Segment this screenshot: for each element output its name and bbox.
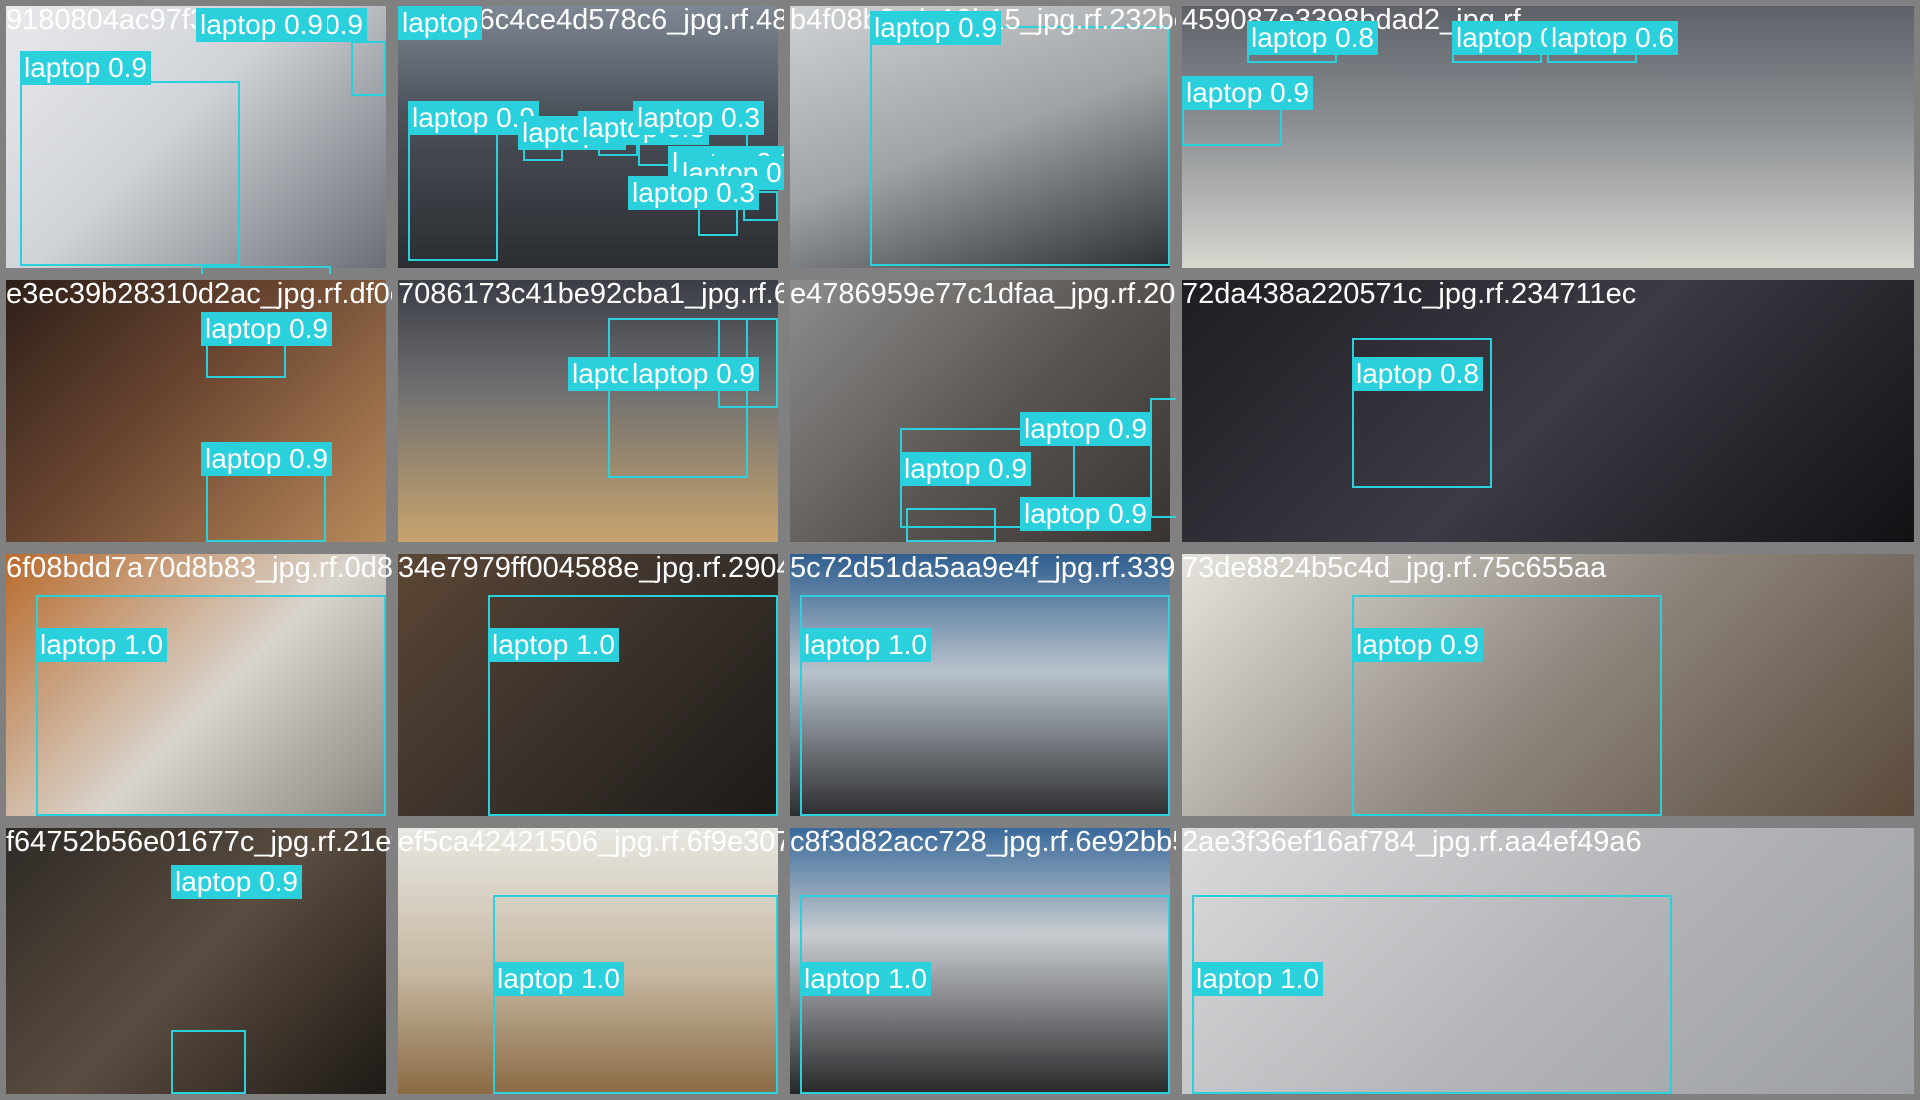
image-tile[interactable]: 6f08bdd7a70d8b83_jpg.rf.0d8c14fb5laptop … [0,548,392,822]
detection-label: laptop 1.0 [1192,962,1323,996]
image-filename: ef5ca42421506_jpg.rf.6f9e30780c8f3d [398,826,784,858]
detection-label: laptop 0.9 [171,865,302,899]
image-filename: 72da438a220571c_jpg.rf.234711ec [1182,278,1637,310]
prediction-grid: 9180804ac97f3dcd_jpg.rf.laptop 0.9laptop… [0,0,1920,1100]
detection-box [20,81,240,266]
image-filename: c8f3d82acc728_jpg.rf.6e92bb53ce36f [790,826,1176,858]
detection-label: laptop 0.6 [1547,21,1678,55]
detection-label: laptop 1.0 [800,962,931,996]
image-tile[interactable]: 2ae3f36ef16af784_jpg.rf.aa4ef49a6laptop … [1176,822,1920,1100]
detection-box [408,131,498,261]
image-tile[interactable]: 72da438a220571c_jpg.rf.234711eclaptop 0.… [1176,274,1920,548]
detection-label: laptop 0.8 [1247,21,1378,55]
detection-box [171,1030,246,1094]
image-filename: f64752b56e01677c_jpg.rf.21ef53860e0f5ca [6,826,392,858]
image-tile[interactable]: ef5ca42421506_jpg.rf.6f9e30780c8f3dlapto… [392,822,784,1100]
detection-box [201,266,331,274]
image-filename: e3ec39b28310d2ac_jpg.rf.df0cbde3f0861f34 [6,278,392,310]
image-tile[interactable]: e3ec39b28310d2ac_jpg.rf.df0cbde3f0861f34… [0,274,392,548]
image-tile[interactable]: 9180804ac97f3dcd_jpg.rf.laptop 0.9laptop… [0,0,392,274]
detection-label: laptop 1.0 [493,962,624,996]
image-filename: 7086173c41be92cba1_jpg.rf.6fc3254e478695… [398,278,784,310]
image-filename: 6f08bdd7a70d8b83_jpg.rf.0d8c14fb5 [6,552,392,584]
image-tile[interactable]: b4f08b0cdc19b15_jpg.rf.232befc0459087lap… [784,0,1176,274]
image-tile[interactable]: c8f3d82acc728_jpg.rf.6e92bb53ce36flaptop… [784,822,1176,1100]
detection-label: laptop 0.9 [196,8,327,42]
detection-label: laptop 1.0 [488,628,619,662]
detection-label: laptop 0.8 [1352,357,1483,391]
detection-label: laptop 1.0 [36,628,167,662]
image-filename: 73de8824b5c4d_jpg.rf.75c655aa [1182,552,1607,584]
tile-photo [1182,280,1914,542]
detection-label: laptop 0.9 [20,51,151,85]
detection-label: laptop 0.9 [1020,412,1151,446]
image-tile[interactable]: 5c72d51da5aa9e4f_jpg.rf.339c0de2b34f98la… [784,548,1176,822]
detection-label: laptop 0.9 [1020,497,1151,531]
image-tile[interactable]: e4786959e77c1dfaa_jpg.rf.2076e3287c2da43… [784,274,1176,548]
detection-label: laptop 0.9 [201,442,332,476]
image-tile[interactable]: 34e7979ff004588e_jpg.rf.2904a44bd5c7lapt… [392,548,784,822]
detection-label: laptop [398,6,483,40]
image-tile[interactable]: 459087e3398bdad2_jpg.rf laptop 0.8 laptop … [1176,0,1920,274]
detection-box [906,508,996,542]
detection-box [1150,398,1176,518]
detection-label: laptop 0.9 [1182,76,1313,110]
image-filename: e4786959e77c1dfaa_jpg.rf.2076e3287c2da43 [790,278,1176,310]
detection-label: laptop 0.9 [628,357,759,391]
image-filename: 5c72d51da5aa9e4f_jpg.rf.339c0de2b34f98 [790,552,1176,584]
detection-box [870,26,1170,266]
image-tile[interactable]: f64752b56e01677c_jpg.rf.21ef53860e0f5cal… [0,822,392,1100]
detection-label: laptop 0.9 [201,312,332,346]
detection-label: laptop 0.9 [1352,628,1483,662]
image-filename: 2ae3f36ef16af784_jpg.rf.aa4ef49a6 [1182,826,1642,858]
detection-label: laptop 0.9 [900,452,1031,486]
image-filename: 34e7979ff004588e_jpg.rf.2904a44bd5c7 [398,552,784,584]
detection-box [351,41,386,96]
detection-label: laptop 0.3 [628,176,759,210]
image-tile[interactable]: d2ee76c4ce4d578c6_jpg.rf.48b25d2f10b3f9l… [392,0,784,274]
detection-label: laptop 0.3 [633,101,764,135]
image-tile[interactable]: 73de8824b5c4d_jpg.rf.75c655aalaptop 0.9 [1176,548,1920,822]
image-tile[interactable]: 7086173c41be92cba1_jpg.rf.6fc3254e478695… [392,274,784,548]
detection-label: laptop 1.0 [800,628,931,662]
detection-label: laptop 0.9 [870,11,1001,45]
